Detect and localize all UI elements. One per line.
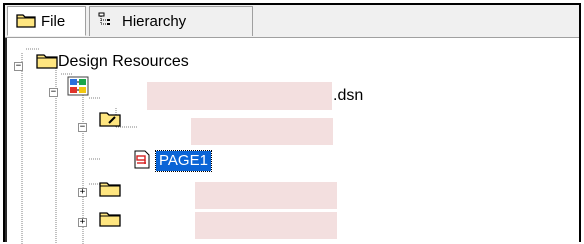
- tree-item-page1[interactable]: PAGE1: [155, 150, 212, 172]
- collapse-toggle-schematic[interactable]: −: [78, 123, 87, 132]
- redacted-folder-1-name: [195, 182, 337, 209]
- tab-file-label: File: [41, 12, 66, 30]
- redacted-folder-2-name: [195, 212, 337, 239]
- tree-item-design-resources[interactable]: Design Resources: [58, 53, 189, 71]
- design-file-icon: [67, 76, 89, 99]
- open-folder-icon: [99, 110, 121, 130]
- tab-hierarchy-label: Hierarchy: [122, 13, 187, 30]
- folder-icon: [16, 12, 36, 31]
- collapse-toggle-design[interactable]: −: [49, 88, 58, 97]
- project-tree: − Design Resources − .dsn − PAGE1 + +: [5, 38, 579, 244]
- project-manager-panel: File Hierarchy − Design Resources − .dsn…: [3, 3, 581, 244]
- expand-toggle-folder-2[interactable]: +: [78, 218, 87, 227]
- expand-toggle-folder-1[interactable]: +: [78, 188, 87, 197]
- folder-icon: [99, 210, 121, 230]
- redacted-design-name: [147, 82, 332, 110]
- collapse-toggle-root[interactable]: −: [14, 62, 23, 71]
- schematic-page-icon: [133, 150, 151, 172]
- tab-hierarchy[interactable]: Hierarchy: [89, 6, 253, 36]
- folder-icon: [99, 180, 121, 200]
- folder-icon: [36, 52, 58, 72]
- tab-file[interactable]: File: [7, 6, 86, 36]
- tab-bar: File Hierarchy: [5, 5, 579, 38]
- hierarchy-icon: [98, 11, 116, 32]
- tree-item-design-suffix[interactable]: .dsn: [333, 87, 363, 105]
- redacted-schematic-name: [191, 118, 333, 145]
